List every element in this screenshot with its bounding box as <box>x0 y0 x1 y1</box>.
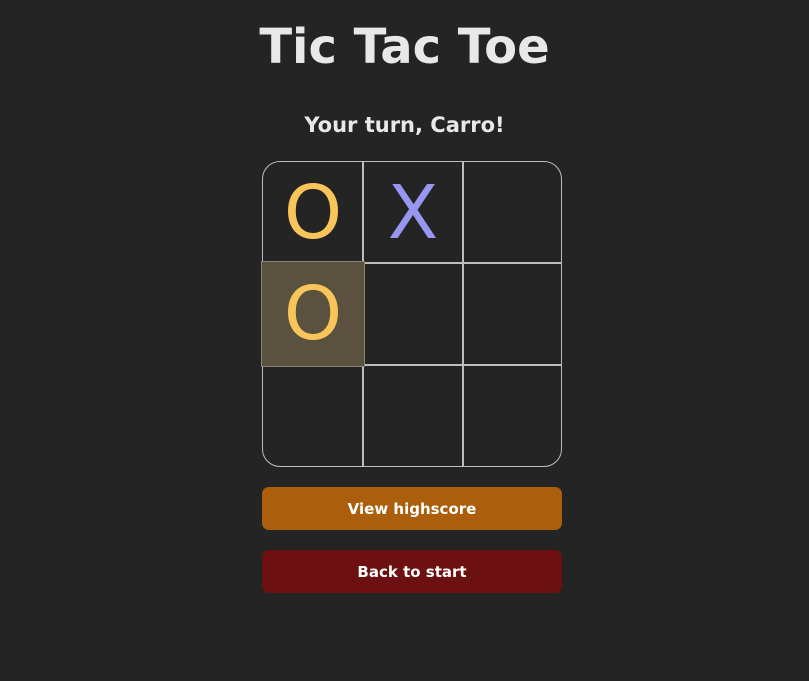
view-highscore-button[interactable]: View highscore <box>262 487 562 530</box>
board-cell-9[interactable] <box>463 365 563 467</box>
game-board: O X O <box>261 161 563 467</box>
board-cell-2[interactable]: X <box>363 162 463 264</box>
board-cell-3[interactable] <box>463 162 563 264</box>
back-to-start-button[interactable]: Back to start <box>262 550 562 593</box>
board-cell-5[interactable] <box>363 263 463 365</box>
board-cell-4[interactable]: O <box>261 261 365 367</box>
board-cell-8[interactable] <box>363 365 463 467</box>
board-cell-7[interactable] <box>263 365 363 467</box>
app: Tic Tac Toe Your turn, Carro! O X O View… <box>0 0 809 681</box>
turn-status: Your turn, Carro! <box>304 113 505 137</box>
board-cell-6[interactable] <box>463 263 563 365</box>
page-title: Tic Tac Toe <box>259 19 550 75</box>
board-cell-1[interactable]: O <box>263 162 363 264</box>
